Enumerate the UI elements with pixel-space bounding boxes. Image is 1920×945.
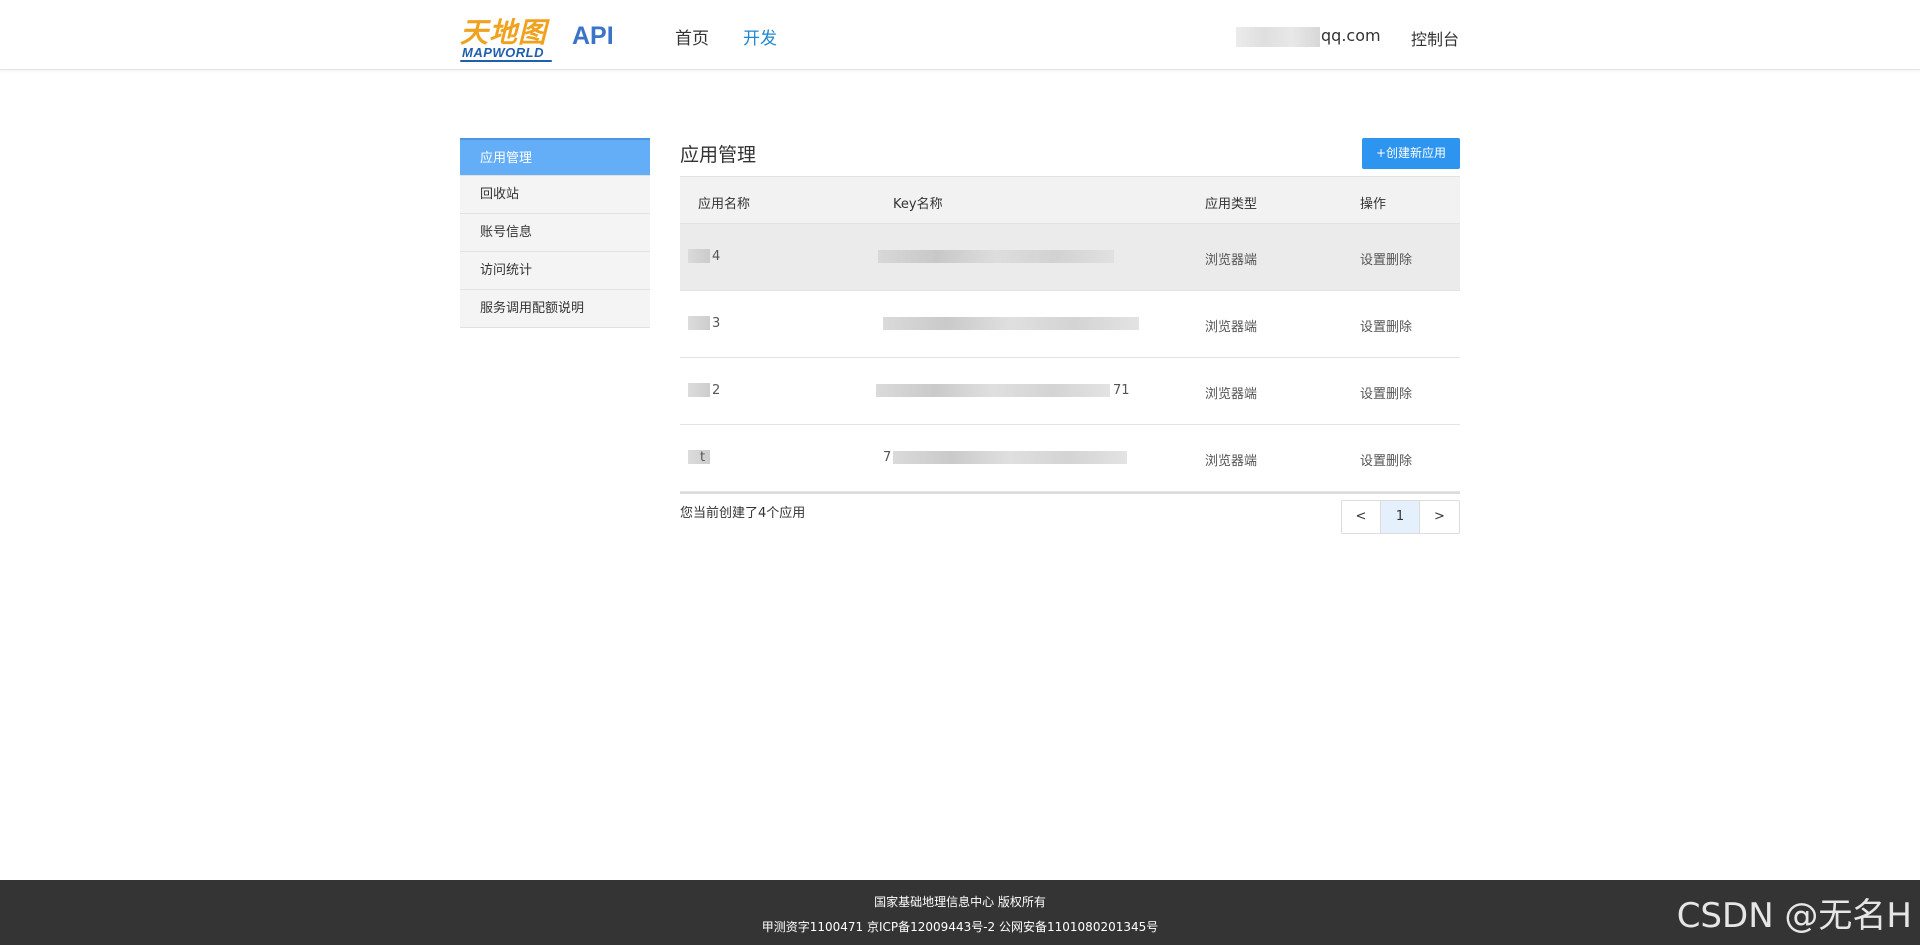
sidebar-item-app-management[interactable]: 应用管理	[460, 138, 650, 176]
sidebar-item-recycle-bin[interactable]: 回收站	[460, 176, 650, 214]
actions: 设置删除	[1360, 383, 1412, 402]
column-header-key-name: Key名称	[893, 197, 943, 212]
app-type: 浏览器端	[1205, 454, 1258, 469]
page-title: 应用管理	[680, 144, 757, 166]
table-header: 应用名称 Key名称 应用类型 操作	[680, 176, 1460, 224]
nav-home[interactable]: 首页	[675, 24, 709, 49]
console-link[interactable]: 控制台	[1411, 26, 1459, 50]
app-name: 4	[712, 249, 721, 264]
redacted-app-name	[688, 249, 710, 263]
delete-link[interactable]: 删除	[1386, 320, 1412, 335]
settings-link[interactable]: 设置	[1360, 454, 1386, 469]
redacted-app-name	[688, 316, 710, 330]
pagination: < 1 >	[1341, 500, 1460, 534]
key-name: 71	[1113, 383, 1130, 398]
redacted-app-name	[688, 450, 710, 464]
actions: 设置删除	[1360, 249, 1412, 268]
table-row: 3 浏览器端 设置删除	[680, 291, 1460, 358]
app-name: 3	[712, 316, 721, 331]
redacted-key	[893, 451, 1127, 464]
sidebar: 应用管理 回收站 账号信息 访问统计 服务调用配额说明	[460, 138, 650, 328]
page-1-button[interactable]: 1	[1381, 501, 1420, 533]
tianditu-logo[interactable]: 天地图 MAPWORLD	[460, 11, 556, 63]
logo-underline	[460, 60, 552, 62]
sidebar-item-quota-description[interactable]: 服务调用配额说明	[460, 290, 650, 328]
redacted-key	[878, 250, 1114, 263]
app-table: 应用名称 Key名称 应用类型 操作 4 浏览器端 设置删除 3 浏览器端 设置…	[680, 176, 1460, 494]
api-title: API	[572, 22, 614, 50]
user-email[interactable]: qq.com	[1321, 26, 1381, 45]
nav-develop[interactable]: 开发	[743, 24, 777, 49]
next-page-button[interactable]: >	[1420, 501, 1459, 533]
app-type: 浏览器端	[1205, 320, 1258, 335]
table-row: t 7 浏览器端 设置删除	[680, 425, 1460, 492]
create-app-button[interactable]: +创建新应用	[1362, 138, 1460, 169]
delete-link[interactable]: 删除	[1386, 253, 1412, 268]
redacted-key	[876, 384, 1110, 397]
actions: 设置删除	[1360, 316, 1412, 335]
prev-page-button[interactable]: <	[1342, 501, 1381, 533]
sidebar-item-access-stats[interactable]: 访问统计	[460, 252, 650, 290]
app-type: 浏览器端	[1205, 387, 1258, 402]
footer-copyright: 国家基础地理信息中心 版权所有	[874, 895, 1046, 909]
settings-link[interactable]: 设置	[1360, 253, 1386, 268]
actions: 设置删除	[1360, 450, 1412, 469]
top-header: 天地图 MAPWORLD API 首页 开发 qq.com 控制台	[0, 0, 1920, 70]
delete-link[interactable]: 删除	[1386, 387, 1412, 402]
column-header-app-type: 应用类型	[1205, 197, 1258, 212]
table-row: 4 浏览器端 设置删除	[680, 224, 1460, 291]
settings-link[interactable]: 设置	[1360, 320, 1386, 335]
key-name: 7	[883, 450, 892, 465]
settings-link[interactable]: 设置	[1360, 387, 1386, 402]
table-row: 2 71 浏览器端 设置删除	[680, 358, 1460, 425]
app-name: t	[700, 450, 706, 465]
redacted-email-prefix	[1236, 27, 1320, 47]
app-name: 2	[712, 383, 721, 398]
delete-link[interactable]: 删除	[1386, 454, 1412, 469]
redacted-app-name	[688, 383, 710, 397]
app-count-summary: 您当前创建了4个应用	[680, 506, 806, 521]
footer: 国家基础地理信息中心 版权所有 甲测资字1100471 京ICP备1200944…	[0, 880, 1920, 945]
sidebar-item-account-info[interactable]: 账号信息	[460, 214, 650, 252]
footer-license-info: 甲测资字1100471 京ICP备12009443号-2 公网安备1101080…	[761, 920, 1159, 934]
redacted-key	[883, 317, 1139, 330]
app-type: 浏览器端	[1205, 253, 1258, 268]
logo-english-text: MAPWORLD	[462, 45, 544, 60]
column-header-actions: 操作	[1360, 197, 1387, 212]
column-header-app-name: 应用名称	[698, 197, 751, 212]
csdn-watermark: CSDN @无名H	[1676, 896, 1912, 936]
